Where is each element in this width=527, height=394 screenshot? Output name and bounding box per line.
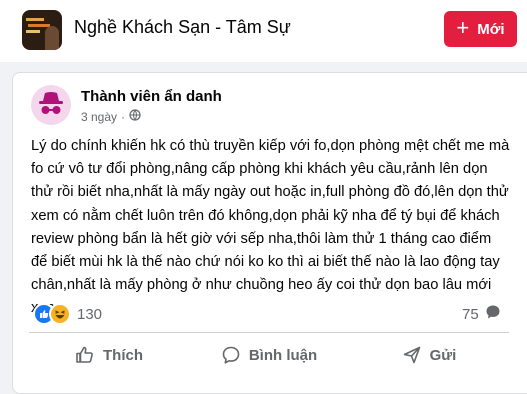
post-actions: Thích Bình luận Gửi: [29, 337, 509, 373]
group-header: Nghề Khách Sạn - Tâm Sự + Mới: [0, 0, 527, 62]
new-post-button[interactable]: + Mới: [444, 11, 517, 47]
anonymous-avatar[interactable]: [31, 85, 71, 125]
incognito-icon: [39, 92, 63, 114]
chat-icon: [221, 345, 241, 365]
reaction-count: 130: [77, 305, 103, 323]
comment-count[interactable]: 75: [462, 304, 501, 324]
share-icon: [402, 345, 422, 365]
haha-reaction-icon: [49, 303, 71, 325]
comment-button-label: Bình luận: [248, 346, 318, 364]
post-author[interactable]: Thành viên ẩn danh: [81, 88, 222, 105]
post-meta: 3 ngày ·: [81, 109, 141, 124]
share-button[interactable]: Gửi: [349, 337, 509, 373]
share-button-label: Gửi: [429, 346, 457, 364]
meta-separator: ·: [121, 109, 126, 124]
post-time[interactable]: 3 ngày: [81, 110, 117, 124]
like-button-label: Thích: [103, 346, 143, 364]
new-post-button-label: Mới: [477, 20, 505, 38]
post-body: Lý do chính khiến hk có thù truyền kiếp …: [31, 138, 510, 316]
group-cover-thumbnail[interactable]: [22, 10, 62, 50]
like-button[interactable]: Thích: [29, 337, 189, 373]
group-title[interactable]: Nghề Khách Sạn - Tâm Sự: [74, 17, 291, 38]
actions-divider: [29, 332, 509, 333]
plus-icon: +: [456, 15, 470, 40]
comment-bubble-icon: [485, 304, 501, 324]
post-card: Thành viên ẩn danh 3 ngày · Lý do chính …: [12, 72, 527, 394]
comment-button[interactable]: Bình luận: [189, 337, 349, 373]
thumbs-up-icon: [75, 345, 95, 365]
reactions-summary[interactable]: 130: [33, 303, 102, 325]
globe-icon: [129, 109, 141, 124]
comment-count-value: 75: [462, 305, 479, 323]
